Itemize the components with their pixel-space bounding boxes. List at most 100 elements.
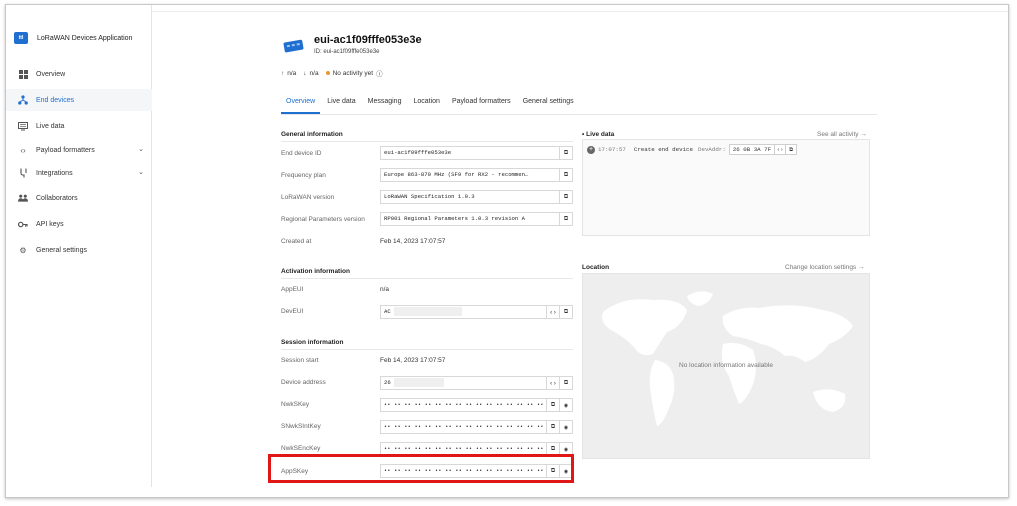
uplink-count: n/a [287, 69, 297, 77]
created-at-label: Created at [281, 238, 312, 245]
tab-payload-formatters[interactable]: Payload formatters [447, 90, 516, 114]
device-status-row: ↑ n/a ↓ n/a No activity yet ⓘ [281, 68, 386, 79]
regional-params-label: Regional Parameters version [281, 216, 365, 223]
app-eui-value: n/a [380, 286, 390, 293]
device-id-subtitle: ID: eui-ac1f09fffe053e3e [314, 49, 380, 55]
gear-icon: ⚙ [19, 245, 27, 255]
sidebar-item-payload-formatters[interactable]: ‹› Payload formatters ⌄ [6, 139, 152, 161]
sidebar-item-label: Live data [36, 122, 65, 130]
section-divider [281, 278, 573, 279]
sidebar-item-general-settings[interactable]: ⚙ General settings [6, 239, 152, 261]
copy-button[interactable]: ⧉ [559, 377, 572, 389]
tabs-divider [281, 114, 877, 115]
tab-live-data[interactable]: Live data [322, 90, 360, 114]
event-time: 17:07:57 [598, 146, 626, 153]
activity-status-dot [325, 71, 330, 75]
session-start-value: Feb 14, 2023 17:07:57 [380, 357, 446, 364]
tab-location[interactable]: Location [408, 90, 444, 114]
page-title: eui-ac1f09fffe053e3e [314, 34, 422, 46]
device-address-label: Device address [281, 379, 326, 386]
sidebar-item-integrations[interactable]: Integrations ⌄ [6, 162, 152, 184]
monitor-icon [18, 121, 28, 131]
section-divider [281, 349, 573, 350]
s-nwk-s-int-key-value: •• •• •• •• •• •• •• •• •• •• •• •• •• •… [384, 424, 544, 430]
sidebar-item-end-devices[interactable]: End devices [6, 89, 152, 111]
event-key: DevAddr: [697, 146, 726, 153]
sidebar-item-label: Overview [36, 70, 66, 78]
top-divider [152, 11, 1008, 12]
copy-button[interactable]: ⧉ [559, 169, 572, 181]
event-type: Create end device [633, 146, 693, 153]
lorawan-version-field: LoRaWAN Specification 1.0.3 ⧉ [380, 190, 573, 204]
activity-status-text: No activity yet [332, 69, 374, 77]
downlink-count: n/a [309, 69, 319, 77]
tab-bar: Overview Live data Messaging Location Pa… [281, 90, 581, 114]
live-data-title: • Live data [582, 131, 615, 138]
code-toggle-button[interactable]: ‹› [774, 144, 785, 155]
sidebar-item-label: API keys [36, 220, 64, 228]
dev-eui-value: AC [384, 308, 391, 315]
help-icon[interactable]: ⓘ [376, 68, 383, 78]
copy-button[interactable]: ⧉ [785, 144, 796, 155]
sidebar-item-api-keys[interactable]: API keys [6, 213, 152, 235]
app-logo: ttI [14, 32, 28, 44]
device-address-field: 26 ‹› ⧉ [380, 376, 573, 390]
end-device-id-field: eui-ac1f09fffe053e3e ⧉ [380, 146, 573, 160]
location-map[interactable]: No location information available [582, 273, 870, 459]
code-icon: ‹› [20, 145, 26, 155]
session-start-label: Session start [281, 357, 319, 364]
live-event-row[interactable]: + 17:07:57 Create end device DevAddr: 26… [587, 144, 798, 155]
regional-params-value: RP001 Regional Parameters 1.0.3 revision… [384, 215, 525, 222]
network-icon [18, 95, 28, 105]
end-device-id-label: End device ID [281, 150, 322, 157]
integrations-icon [18, 168, 28, 178]
redacted-mask [393, 307, 462, 317]
see-all-activity-link[interactable]: See all activity → [817, 131, 867, 138]
live-data-panel: + 17:07:57 Create end device DevAddr: 26… [582, 139, 870, 236]
lorawan-version-value: LoRaWAN Specification 1.0.3 [384, 193, 475, 200]
device-icon [283, 39, 304, 53]
frequency-plan-label: Frequency plan [281, 172, 326, 179]
s-nwk-s-int-key-field: •• •• •• •• •• •• •• •• •• •• •• •• •• •… [380, 420, 573, 434]
key-icon [18, 219, 28, 229]
redacted-mask [393, 378, 444, 388]
section-divider [281, 141, 573, 142]
lorawan-version-label: LoRaWAN version [281, 194, 335, 201]
sidebar-item-label: Integrations [36, 169, 73, 177]
sidebar-item-collaborators[interactable]: Collaborators [6, 187, 152, 209]
copy-button[interactable]: ⧉ [546, 399, 559, 411]
eye-icon[interactable]: ◉ [559, 421, 572, 433]
sidebar-item-live-data[interactable]: Live data [6, 115, 152, 137]
general-info-title: General information [281, 131, 343, 138]
code-toggle-button[interactable]: ‹› [546, 306, 559, 318]
regional-params-field: RP001 Regional Parameters 1.0.3 revision… [380, 212, 573, 226]
change-location-link[interactable]: Change location settings → [785, 264, 865, 271]
no-location-message: No location information available [679, 362, 773, 369]
code-toggle-button[interactable]: ‹› [546, 377, 559, 389]
copy-button[interactable]: ⧉ [559, 306, 572, 318]
copy-button[interactable]: ⧉ [559, 213, 572, 225]
app-s-key-highlight-box [268, 454, 574, 483]
app-header[interactable]: ttI LoRaWAN Devices Application [14, 29, 132, 47]
nwk-s-enc-key-label: NwkSEncKey [281, 445, 321, 452]
grid-icon [18, 69, 28, 79]
session-info-title: Session information [281, 339, 344, 346]
copy-button[interactable]: ⧉ [546, 421, 559, 433]
dev-addr-value: 26 0B 3A 7F [732, 146, 772, 153]
end-device-id-value: eui-ac1f09fffe053e3e [384, 149, 452, 156]
chevron-down-icon[interactable]: ⌄ [138, 145, 144, 153]
device-address-value: 26 [384, 379, 391, 386]
tab-general-settings[interactable]: General settings [518, 90, 579, 114]
frequency-plan-value: Europe 863-870 MHz (SF9 for RX2 - recomm… [384, 171, 529, 178]
tab-messaging[interactable]: Messaging [363, 90, 407, 114]
copy-button[interactable]: ⧉ [559, 191, 572, 203]
downlink-arrow-icon: ↓ [303, 69, 307, 77]
eye-icon[interactable]: ◉ [559, 399, 572, 411]
location-title: Location [582, 264, 610, 271]
sidebar-item-overview[interactable]: Overview [6, 63, 152, 85]
tab-overview[interactable]: Overview [281, 90, 321, 114]
chevron-down-icon[interactable]: ⌄ [138, 168, 144, 176]
created-at-value: Feb 14, 2023 17:07:57 [380, 238, 446, 245]
sidebar-item-label: Payload formatters [36, 146, 95, 154]
copy-button[interactable]: ⧉ [559, 147, 572, 159]
